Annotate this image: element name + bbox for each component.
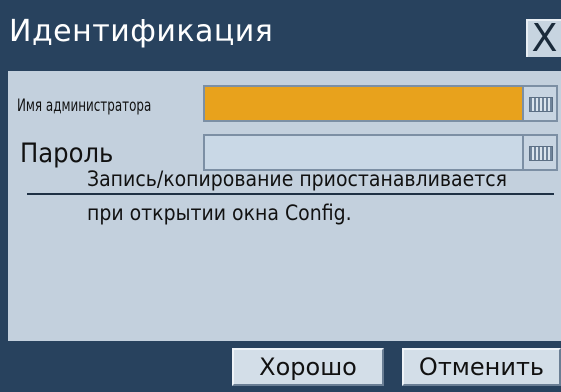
admin-name-label: Имя администратора — [17, 96, 152, 116]
keyboard-icon — [529, 146, 553, 161]
admin-keyboard-button[interactable] — [522, 85, 558, 122]
dialog-title: Идентификация — [9, 14, 274, 49]
cancel-button[interactable]: Отменить — [402, 348, 561, 386]
keyboard-icon — [529, 97, 553, 112]
close-button[interactable]: X — [526, 19, 561, 57]
title-bar: Идентификация X — [0, 0, 561, 66]
admin-name-input[interactable] — [203, 85, 523, 122]
login-dialog: Идентификация X Имя администратора Парол… — [0, 0, 561, 392]
message-line-2: при открытии окна Config. — [87, 201, 352, 225]
info-message: Запись/копирование приостанавливается пр… — [87, 162, 557, 230]
ok-button[interactable]: Хорошо — [232, 348, 384, 386]
close-icon: X — [531, 16, 558, 60]
message-line-1: Запись/копирование приостанавливается — [87, 167, 507, 191]
